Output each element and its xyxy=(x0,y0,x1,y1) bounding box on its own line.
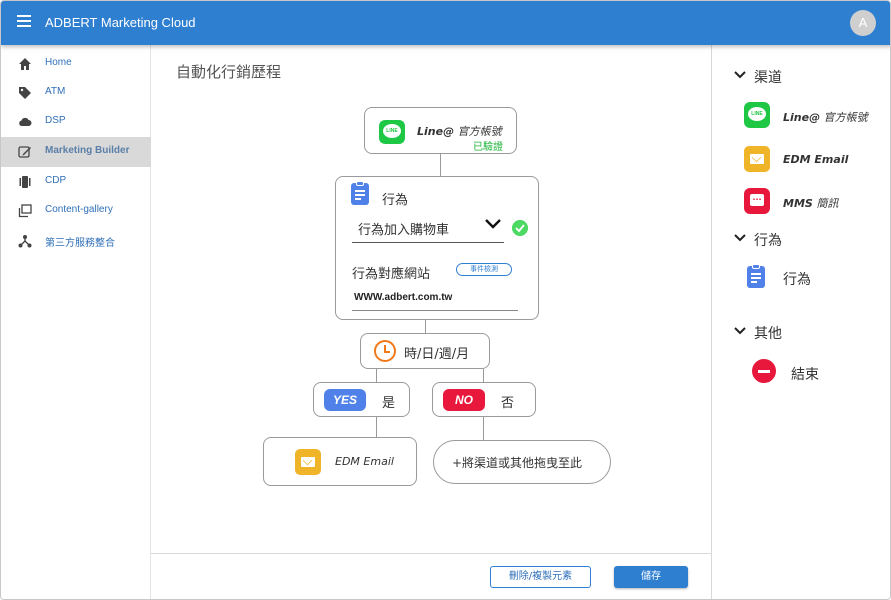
palette-item-label: MMS 簡訊 xyxy=(783,197,839,210)
flow-connector xyxy=(483,417,484,440)
sidebar-item-label: 第三方服務整合 xyxy=(45,238,115,249)
sidebar-item-marketing-builder[interactable]: Marketing Builder xyxy=(1,137,151,167)
element-palette: 渠道 LINE Line@ 官方帳號 EDM Email ... MMS 簡訊 … xyxy=(711,45,890,599)
action-node[interactable]: 行為 行為加入購物車 行為對應網站 事件檢測 WWW.adbert.com.tw xyxy=(335,176,539,320)
flow-connector xyxy=(425,320,426,333)
sidebar-item-home[interactable]: Home xyxy=(1,49,151,79)
sidebar: Home ATM DSP Marketing Builder CDP Conte… xyxy=(1,45,151,599)
time-interval-label: 時/日/週/月 xyxy=(404,347,470,362)
flow-connector xyxy=(440,154,441,176)
palette-item-action[interactable]: 行為 xyxy=(744,262,884,296)
palette-item-mms[interactable]: ... MMS 簡訊 xyxy=(744,186,884,220)
node-label: EDM Email xyxy=(335,455,394,468)
site-url-value: WWW.adbert.com.tw xyxy=(354,292,453,303)
chevron-down-icon xyxy=(734,71,746,79)
app-title: ADBERT Marketing Cloud xyxy=(45,15,196,30)
site-label: 行為對應網站 xyxy=(352,267,431,282)
palette-item-label: Line@ 官方帳號 xyxy=(783,111,868,124)
cdp-icon xyxy=(19,176,31,188)
palette-item-end[interactable]: 結束 xyxy=(752,357,890,391)
sidebar-item-label: Home xyxy=(45,57,72,68)
clock-icon xyxy=(374,340,396,362)
builder-canvas: 自動化行銷歷程 LINE Line@ 官方帳號 已驗證 行為 行為加入購物車 行… xyxy=(151,45,711,599)
app-window: ADBERT Marketing Cloud A Home ATM DSP Ma… xyxy=(0,0,891,600)
action-type-value: 行為加入購物車 xyxy=(358,223,450,238)
sidebar-item-dsp[interactable]: DSP xyxy=(1,107,151,137)
check-icon xyxy=(512,220,528,236)
flow-connector xyxy=(376,369,377,382)
sidebar-item-integration[interactable]: 第三方服務整合 xyxy=(1,226,151,256)
event-detect-button[interactable]: 事件檢測 xyxy=(456,263,512,276)
integration-icon xyxy=(18,235,32,248)
flow-connector xyxy=(376,417,377,437)
no-branch-label: 否 xyxy=(501,396,515,411)
palette-item-edm-email[interactable]: EDM Email xyxy=(744,144,884,178)
clipboard-icon xyxy=(351,181,369,205)
action-node-title: 行為 xyxy=(382,193,409,208)
end-icon xyxy=(752,359,776,383)
sms-icon: ... xyxy=(744,188,770,214)
palette-item-label: 行為 xyxy=(783,272,811,288)
verified-status: 已驗證 xyxy=(473,142,503,153)
mail-icon xyxy=(744,146,770,172)
time-interval-node[interactable]: 時/日/週/月 xyxy=(360,333,490,369)
gallery-icon xyxy=(18,204,32,218)
sidebar-item-label: Marketing Builder xyxy=(45,145,130,156)
chevron-down-icon xyxy=(734,327,746,335)
no-badge: NO xyxy=(443,389,485,411)
node-label: Line@ 官方帳號 xyxy=(417,125,502,138)
line-official-account-node[interactable]: LINE Line@ 官方帳號 已驗證 xyxy=(364,107,517,154)
sidebar-item-label: ATM xyxy=(45,86,66,97)
drop-target[interactable]: +將渠道或其他拖曳至此 xyxy=(433,440,611,484)
page-title: 自動化行銷歷程 xyxy=(176,63,282,81)
yes-branch-node[interactable]: YES 是 xyxy=(313,382,410,417)
home-icon xyxy=(19,58,31,70)
drop-target-label: +將渠道或其他拖曳至此 xyxy=(452,456,583,470)
sidebar-item-content-gallery[interactable]: Content-gallery xyxy=(1,196,151,226)
clipboard-icon xyxy=(747,264,765,288)
cloud-icon xyxy=(19,117,32,126)
tag-icon xyxy=(19,87,31,99)
yes-branch-label: 是 xyxy=(382,396,396,411)
section-heading: 行為 xyxy=(754,233,782,249)
palette-item-label: 結束 xyxy=(791,367,819,383)
palette-item-line[interactable]: LINE Line@ 官方帳號 xyxy=(744,100,884,134)
edm-email-node[interactable]: EDM Email xyxy=(263,437,417,486)
top-app-bar: ADBERT Marketing Cloud A xyxy=(1,1,890,45)
line-icon: LINE xyxy=(744,102,770,128)
delete-copy-button[interactable]: 刪除/複製元素 xyxy=(490,566,591,588)
flow-connector xyxy=(483,369,484,382)
sidebar-item-label: CDP xyxy=(45,175,67,186)
hamburger-menu-icon[interactable] xyxy=(17,15,31,29)
save-button[interactable]: 儲存 xyxy=(614,566,688,588)
no-branch-node[interactable]: NO 否 xyxy=(432,382,536,417)
mail-icon xyxy=(295,449,321,475)
section-heading: 渠道 xyxy=(754,70,782,86)
sidebar-item-atm[interactable]: ATM xyxy=(1,78,151,108)
palette-item-label: EDM Email xyxy=(783,153,849,166)
section-heading: 其他 xyxy=(754,326,782,342)
builder-icon xyxy=(18,146,31,158)
canvas-footer: 刪除/複製元素 儲存 xyxy=(151,553,711,599)
chevron-down-icon xyxy=(734,234,746,242)
yes-badge: YES xyxy=(324,389,366,411)
sidebar-item-cdp[interactable]: CDP xyxy=(1,167,151,197)
site-url-field[interactable]: WWW.adbert.com.tw xyxy=(352,283,518,311)
user-avatar[interactable]: A xyxy=(850,10,876,36)
sidebar-item-label: DSP xyxy=(45,115,66,126)
sidebar-item-label: Content-gallery xyxy=(45,204,113,215)
line-icon: LINE xyxy=(379,120,405,144)
chevron-down-icon xyxy=(485,219,501,229)
action-type-select[interactable]: 行為加入購物車 xyxy=(352,213,504,243)
